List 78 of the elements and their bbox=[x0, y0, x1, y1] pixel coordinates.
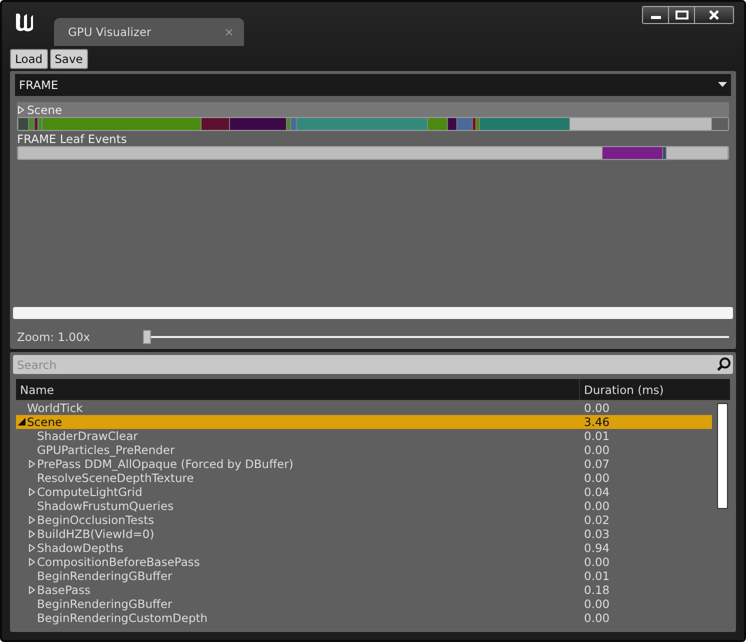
search-field[interactable]: Search bbox=[13, 355, 733, 374]
tree-row[interactable]: BeginRenderingCustomDepth 0.00 bbox=[16, 611, 712, 625]
collapsed-arrow-icon[interactable] bbox=[28, 530, 36, 538]
event-name: GPUParticles_PreRender bbox=[37, 443, 175, 457]
tree-row[interactable]: WorldTick 0.00 bbox=[16, 401, 712, 415]
minimize-button[interactable] bbox=[643, 7, 669, 23]
duration-cell-text: 0.00 bbox=[584, 555, 611, 569]
expanded-arrow-icon[interactable] bbox=[18, 418, 26, 426]
collapsed-arrow-icon[interactable] bbox=[28, 488, 36, 496]
event-name: PrePass DDM_AllOpaque (Forced by DBuffer) bbox=[37, 457, 294, 471]
duration-cell-text: 0.01 bbox=[584, 429, 611, 443]
event-name: ShadowDepths bbox=[37, 541, 124, 555]
tree-row[interactable]: ShadowDepths 0.94 bbox=[16, 541, 712, 555]
tree-row[interactable]: BasePass 0.18 bbox=[16, 583, 712, 597]
event-name: BeginOcclusionTests bbox=[37, 513, 154, 527]
tree-row[interactable]: ResolveSceneDepthTexture 0.00 bbox=[16, 471, 712, 485]
track-label[interactable]: Scene bbox=[17, 102, 729, 117]
toolbar-button[interactable]: Save bbox=[50, 49, 88, 69]
maximize-icon bbox=[674, 10, 688, 20]
zoom-label: Zoom: 1.00x bbox=[16, 330, 92, 344]
duration-cell-text: 0.03 bbox=[584, 527, 611, 541]
tree-row[interactable]: BeginRenderingGBuffer 0.00 bbox=[16, 597, 712, 611]
event-name: CompositionBeforeBasePass bbox=[37, 555, 200, 569]
tree-row[interactable]: ComputeLightGrid 0.04 bbox=[16, 485, 712, 499]
column-header[interactable]: Name bbox=[16, 382, 579, 396]
duration-cell-text: 0.00 bbox=[584, 401, 611, 415]
tree-row[interactable]: ShadowFrustumQueries 0.00 bbox=[16, 499, 712, 513]
duration-cell-text: 0.07 bbox=[584, 457, 611, 471]
column-header[interactable]: Duration (ms) bbox=[579, 379, 730, 400]
collapsed-arrow-icon[interactable] bbox=[28, 460, 36, 468]
toolbar-button[interactable]: Load bbox=[10, 49, 48, 69]
duration-cell-text: 3.46 bbox=[584, 415, 611, 429]
slider-thumb[interactable] bbox=[143, 330, 151, 344]
tree-row[interactable]: ShaderDrawClear 0.01 bbox=[16, 429, 712, 443]
event-name: BeginRenderingCustomDepth bbox=[37, 611, 208, 625]
event-name: BeginRenderingGBuffer bbox=[37, 597, 172, 611]
tree-row[interactable]: BuildHZB(ViewId=0) 0.03 bbox=[16, 527, 712, 541]
duration-cell-text: 0.00 bbox=[584, 597, 611, 611]
duration-cell-text: 0.00 bbox=[584, 443, 611, 457]
tree-row[interactable]: GPUParticles_PreRender 0.00 bbox=[16, 443, 712, 457]
search-icon[interactable] bbox=[717, 357, 731, 371]
tree-row[interactable]: PrePass DDM_AllOpaque (Forced by DBuffer) 0.07 bbox=[16, 457, 712, 471]
collapsed-arrow-icon[interactable] bbox=[28, 586, 36, 594]
duration-cell-text: 0.04 bbox=[584, 485, 611, 499]
tree-row[interactable]: BeginOcclusionTests 0.02 bbox=[16, 513, 712, 527]
duration-cell-text: 0.00 bbox=[584, 611, 611, 625]
duration-cell-text: 0.94 bbox=[584, 541, 611, 555]
collapsed-arrow-icon[interactable] bbox=[28, 516, 36, 524]
track-label[interactable]: FRAME Leaf Events bbox=[17, 131, 729, 146]
document-tab[interactable]: GPU Visualizer × bbox=[54, 18, 244, 46]
duration-cell-text: 0.00 bbox=[584, 471, 611, 485]
event-name: BeginRenderingGBuffer bbox=[37, 569, 172, 583]
event-name: WorldTick bbox=[27, 401, 83, 415]
close-icon bbox=[708, 9, 720, 21]
close-tab-button[interactable]: × bbox=[224, 25, 234, 39]
event-name: ResolveSceneDepthTexture bbox=[37, 471, 194, 485]
event-name: ShadowFrustumQueries bbox=[37, 499, 174, 513]
duration-cell-text: 0.02 bbox=[584, 513, 611, 527]
scrollbar-thumb[interactable] bbox=[717, 403, 728, 509]
event-name: BasePass bbox=[37, 583, 90, 597]
duration-cell-text: 0.01 bbox=[584, 569, 611, 583]
collapsed-arrow-icon[interactable] bbox=[28, 544, 36, 552]
event-name: BuildHZB(ViewId=0) bbox=[37, 527, 154, 541]
close-button[interactable] bbox=[695, 7, 733, 23]
event-name: ShaderDrawClear bbox=[37, 429, 138, 443]
duration-cell-text: 0.18 bbox=[584, 583, 611, 597]
tree-row[interactable]: CompositionBeforeBasePass 0.00 bbox=[16, 555, 712, 569]
event-name: ComputeLightGrid bbox=[37, 485, 142, 499]
tree-row[interactable]: BeginRenderingGBuffer 0.01 bbox=[16, 569, 712, 583]
zoom-slider[interactable] bbox=[143, 330, 729, 344]
dropdown-arrow-icon bbox=[718, 82, 727, 88]
duration-cell-text: 0.00 bbox=[584, 499, 611, 513]
tree-row[interactable]: Scene 3.46 bbox=[16, 415, 712, 429]
collapsed-arrow-icon[interactable] bbox=[17, 106, 25, 114]
collapsed-arrow-icon[interactable] bbox=[28, 558, 36, 566]
frame-dropdown[interactable]: FRAME bbox=[15, 74, 731, 96]
maximize-button[interactable] bbox=[669, 7, 695, 23]
event-name: Scene bbox=[27, 415, 62, 429]
